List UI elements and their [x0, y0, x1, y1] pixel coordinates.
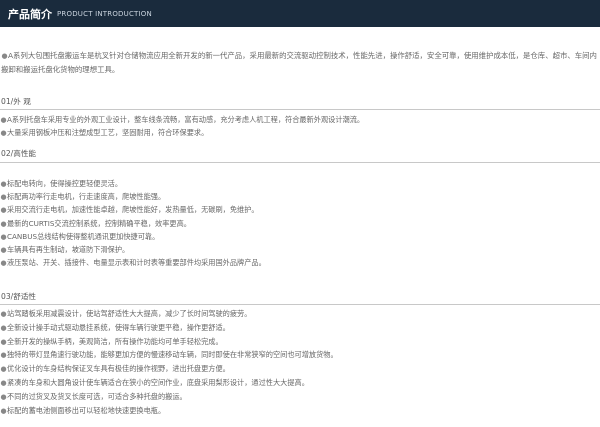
section-heading-comfort: 03/舒适性: [1, 292, 37, 301]
performance-list: ●标配电转向，使得操控更轻便灵活。 ●标配两功率行走电机，行走速度高，爬坡性能强…: [0, 177, 266, 269]
comfort-list: ●站驾踏板采用减震设计，使站驾舒适性大大提高，减少了长时间驾驶的疲劳。 ●全新设…: [0, 307, 338, 418]
list-item: ●全新设计操手动式驱动悬挂系统，使得车辆行驶更平稳，操作更舒适。: [0, 321, 338, 335]
bullet-icon: ●: [0, 378, 7, 387]
bullet-icon: ●: [0, 310, 7, 318]
bullet-icon: ●: [0, 206, 7, 215]
bullet-icon: ●: [0, 365, 7, 374]
section-divider: [0, 162, 600, 163]
bullet-icon: ●: [0, 392, 7, 401]
bullet-icon: ●: [0, 323, 7, 332]
header-bar: 产品简介 PRODUCT INTRODUCTION: [0, 0, 600, 27]
bullet-icon: ●: [0, 337, 7, 346]
section-heading-performance: 02/高性能: [1, 149, 37, 158]
section-divider: [0, 109, 600, 110]
section-heading-appearance: 01/外 观: [1, 97, 31, 106]
list-item: ●标配电转向，使得操控更轻便灵活。: [0, 177, 266, 190]
list-item: ●大量采用钢板冲压和注塑成型工艺，坚固耐用，符合环保要求。: [0, 126, 364, 139]
list-item: ●优化设计的车身结构保证叉车具有极佳的操作视野，进出托盘更方便。: [0, 362, 338, 376]
bullet-icon: ●: [0, 219, 7, 228]
list-item: ●最新的CURTIS交流控制系统，控制精确平稳，效率更高。: [0, 217, 266, 230]
section-title-en: PRODUCT INTRODUCTION: [57, 9, 152, 18]
bullet-icon: ●: [0, 259, 7, 268]
list-item: ●液压泵站、开关、插接件、电量显示表和计时表等重要部件均采用国外品牌产品。: [0, 256, 265, 269]
section-title-cn: 产品简介: [8, 7, 52, 21]
bullet-icon: ●: [0, 406, 7, 415]
list-item: ●紧凑的车身和大圆角设计使车辆适合在狭小的空间作业，底盘采用梨形设计，通过性大大…: [0, 376, 338, 390]
intro-paragraph: ●A系列大包围托盘搬运车是杭叉针对仓储物流应用全新开发的新一代产品，采用最新的交…: [1, 49, 598, 76]
list-item: ●不同的过货叉及货叉长度可选，可适合多种托盘的搬运。: [0, 390, 338, 404]
list-item: ●CANBUS总线结构使得整机通讯更加快捷可靠。: [0, 230, 266, 243]
bullet-icon: ●: [1, 52, 8, 60]
list-item: ●A系列托盘车采用专业的外观工业设计，整车线条流畅，富有动感，充分考虑人机工程，…: [0, 113, 364, 126]
list-item: ●独特的带灯显角速行驶功能，能够更加方便的慢速移动车辆，同时即使在非常狭窄的空间…: [0, 348, 337, 362]
bullet-icon: ●: [0, 351, 7, 360]
list-item: ●标配两功率行走电机，行走速度高，爬坡性能强。: [0, 190, 266, 203]
intro-text: A系列大包围托盘搬运车是杭叉针对仓储物流应用全新开发的新一代产品，采用最新的交流…: [1, 51, 597, 74]
section-divider: [0, 304, 600, 305]
list-item: ●站驾踏板采用减震设计，使站驾舒适性大大提高，减少了长时间驾驶的疲劳。: [0, 307, 338, 321]
list-item: ●全新开发的操纵手柄，美观简洁，所有操作功能均可单手轻松完成。: [0, 335, 338, 349]
bullet-icon: ●: [0, 129, 7, 138]
bullet-icon: ●: [0, 232, 7, 241]
appearance-list: ●A系列托盘车采用专业的外观工业设计，整车线条流畅，富有动感，充分考虑人机工程，…: [0, 113, 364, 139]
list-item: ●采用交流行走电机，加速性能卓越，爬坡性能好，发热量低，无碳刷，免维护。: [0, 203, 266, 216]
list-item: ●标配的蓄电池侧面移出可以轻松地快速更换电瓶。: [0, 404, 338, 418]
list-item: ●车辆具有再生制动，坡道防下滑保护。: [0, 243, 266, 256]
